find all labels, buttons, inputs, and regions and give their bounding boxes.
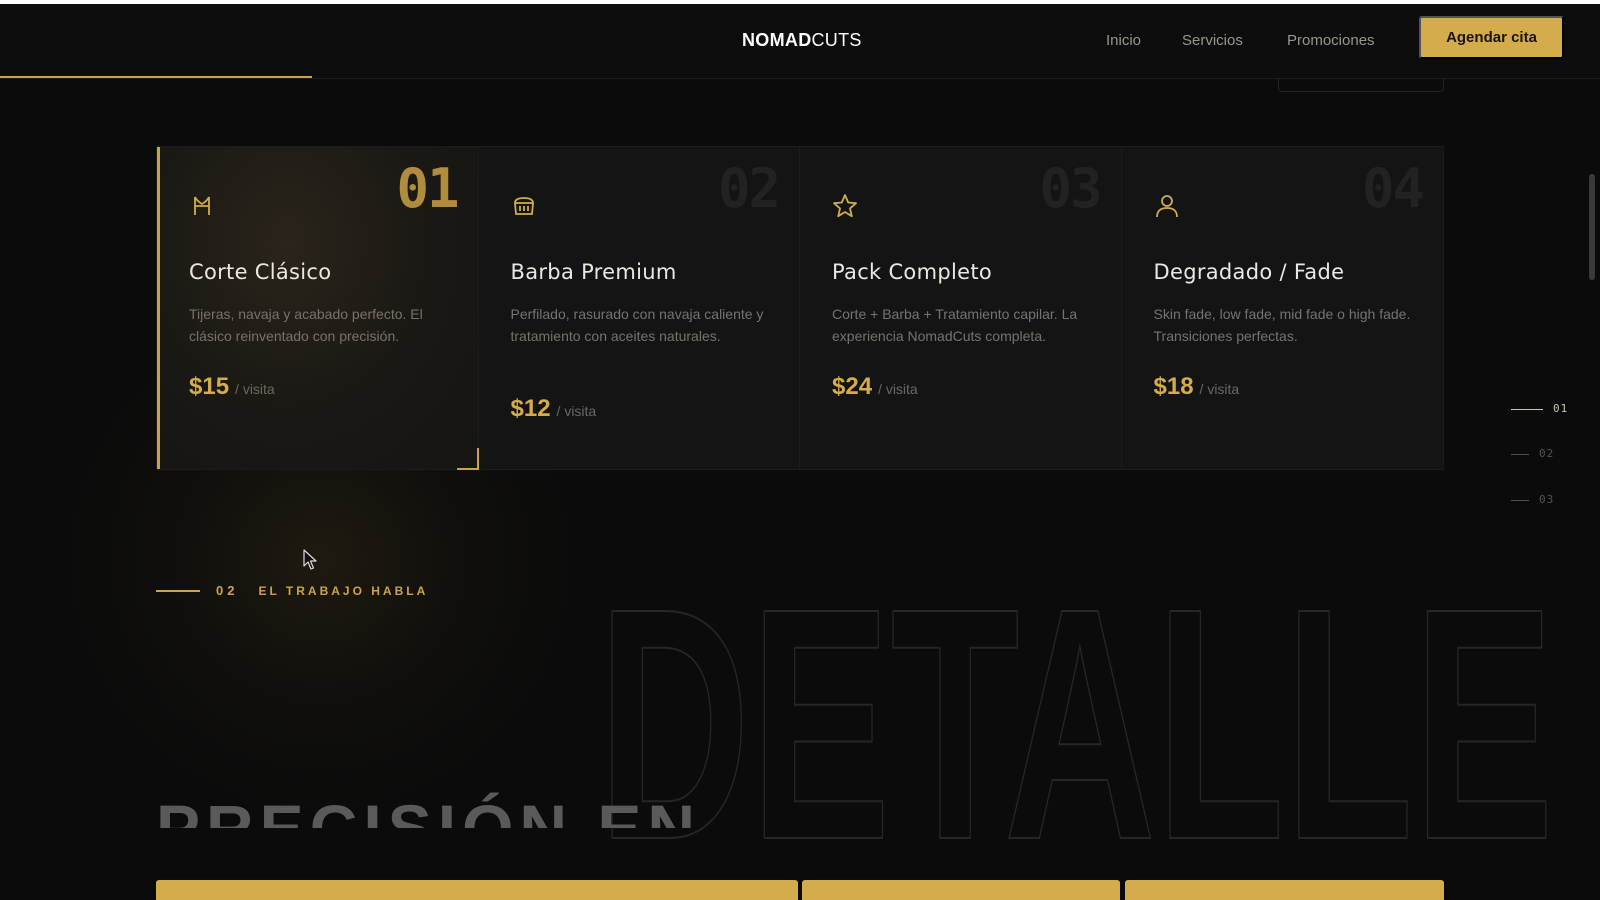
outline-background-word: DETALLE <box>598 560 1555 860</box>
dropdown-remnant <box>1278 78 1444 92</box>
user-icon <box>1155 195 1178 218</box>
section-number: 02 <box>216 583 239 598</box>
price-unit: / visita <box>1199 381 1240 397</box>
card-number: 01 <box>396 157 459 220</box>
pager-line <box>1511 453 1529 455</box>
nav-link-promociones[interactable]: Promociones <box>1287 32 1375 49</box>
brand-bold: NOMAD <box>742 30 812 50</box>
price-unit: / visita <box>878 381 918 397</box>
pager-label: 03 <box>1539 493 1555 506</box>
card-price: $24 / visita <box>832 373 918 401</box>
service-card-degradado-fade[interactable]: 04 Degradado / Fade Skin fade, low fade,… <box>1122 147 1444 469</box>
scroll-progress-bar <box>0 76 312 78</box>
brand-light: CUTS <box>811 30 862 50</box>
star-icon <box>833 194 857 218</box>
price-value: $18 <box>1153 373 1194 400</box>
card-title: Barba Premium <box>510 260 677 284</box>
section-pager-02[interactable]: 02 <box>1511 447 1554 460</box>
price-unit: / visita <box>556 403 597 419</box>
card-title: Degradado / Fade <box>1153 260 1345 284</box>
service-card-pack-completo[interactable]: 03 Pack Completo Corte + Barba + Tratami… <box>800 147 1122 469</box>
price-value: $15 <box>189 373 230 400</box>
section-heading: PRECISIÓN EN <box>156 791 702 828</box>
page-scrollbar[interactable] <box>1589 174 1595 280</box>
pager-label: 02 <box>1539 447 1555 460</box>
card-price: $15 / visita <box>189 373 275 401</box>
gallery-tile[interactable] <box>156 880 798 900</box>
gallery-tile[interactable] <box>1125 880 1444 900</box>
card-title: Pack Completo <box>832 260 993 284</box>
mouse-cursor-icon <box>303 549 317 570</box>
card-price: $12 / visita <box>511 395 597 423</box>
section-label: EL TRABAJO HABLA <box>258 583 429 598</box>
nav-link-servicios[interactable]: Servicios <box>1182 32 1243 49</box>
pager-line <box>1511 408 1543 410</box>
section-eyebrow: 02 EL TRABAJO HABLA <box>156 583 428 598</box>
service-card-barba-premium[interactable]: 02 Barba Premium Perfilado, rasurado con… <box>479 147 800 469</box>
price-value: $24 <box>832 373 873 400</box>
pager-line <box>1511 499 1529 501</box>
services-grid: 01 Corte Clásico Tijeras, navaja y acaba… <box>156 146 1444 470</box>
price-unit: / visita <box>235 381 275 397</box>
service-card-corte-clasico[interactable]: 01 Corte Clásico Tijeras, navaja y acaba… <box>157 147 479 470</box>
top-edge <box>0 0 1600 4</box>
card-description: Perfilado, rasurado con navaja caliente … <box>510 306 764 344</box>
card-number: 02 <box>717 157 781 220</box>
outline-word-text: DETALLE <box>598 560 1554 860</box>
brand-logo[interactable]: NOMADCUTS <box>742 30 862 51</box>
bowl-icon <box>513 197 534 215</box>
eyebrow-dash <box>156 589 200 592</box>
scissors-icon <box>194 196 210 215</box>
section-pager-03[interactable]: 03 <box>1511 493 1554 506</box>
card-number: 04 <box>1361 157 1425 220</box>
card-description: Tijeras, navaja y acabado perfecto. El c… <box>189 306 423 344</box>
section-pager-01[interactable]: 01 <box>1511 402 1568 415</box>
card-description: Corte + Barba + Tratamiento capilar. La … <box>832 306 1078 344</box>
gallery-tile[interactable] <box>802 880 1120 900</box>
nav-link-inicio[interactable]: Inicio <box>1106 32 1141 49</box>
card-corner-accent <box>456 448 479 470</box>
book-appointment-button[interactable]: Agendar cita <box>1419 16 1564 59</box>
card-description: Skin fade, low fade, mid fade o high fad… <box>1153 306 1411 344</box>
pager-label: 01 <box>1553 402 1569 415</box>
price-value: $12 <box>510 395 551 422</box>
card-title: Corte Clásico <box>189 260 332 284</box>
card-price: $18 / visita <box>1154 373 1240 401</box>
card-number: 03 <box>1039 157 1102 220</box>
